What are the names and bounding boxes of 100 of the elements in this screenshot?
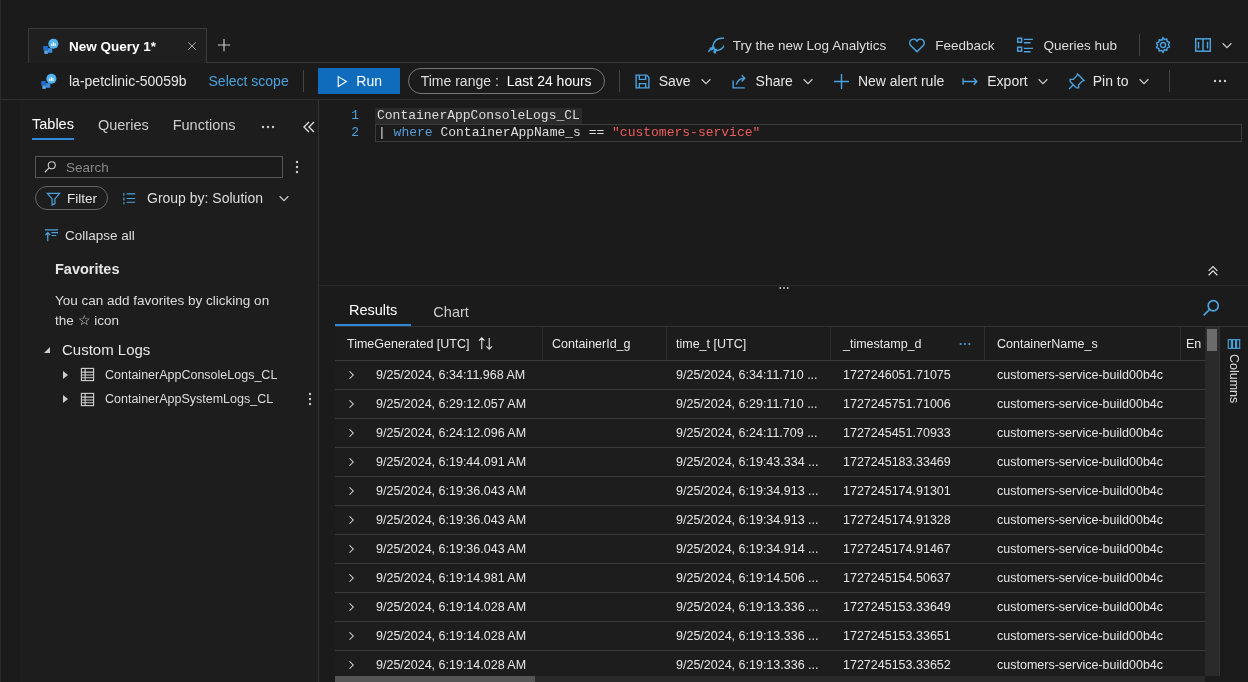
run-button[interactable]: Run <box>317 68 400 94</box>
plus-button[interactable]: New alert rule <box>832 72 945 90</box>
table-cell: 9/25/2024, 6:19:34.914 ... <box>676 542 819 556</box>
play-icon <box>335 74 349 88</box>
section-heading: Favorites <box>55 261 121 277</box>
heart-icon <box>908 36 927 54</box>
filter-icon <box>46 190 61 206</box>
group-by-dropdown[interactable]: Group by: Solution <box>122 190 291 206</box>
feedback-button[interactable]: Feedback <box>908 36 995 54</box>
table-cell: customers-service-build00b4c <box>997 542 1164 556</box>
table-cell: customers-service-build00b4c <box>997 513 1164 527</box>
collapse-editor-icon[interactable] <box>1206 263 1220 277</box>
table-cell: 1727245154.50637 <box>843 571 951 585</box>
results-tab[interactable]: Chart <box>433 304 469 326</box>
workspace-name: la-petclinic-50059b <box>69 73 187 89</box>
tree-group[interactable]: Custom Logs <box>62 341 151 358</box>
column-header[interactable]: En <box>1186 336 1202 351</box>
scrollbar-thumb[interactable] <box>335 676 535 682</box>
columns-icon <box>1227 337 1241 351</box>
table-cell: 9/25/2024, 6:19:43.334 ... <box>676 455 819 469</box>
table-cell: 9/25/2024, 6:24:12.096 AM <box>376 426 527 440</box>
log-analytics-icon <box>41 37 59 55</box>
list-icon <box>122 190 137 206</box>
export-button[interactable]: Export <box>962 72 1050 90</box>
table-cell: 1727245153.33652 <box>843 658 951 672</box>
panel-tab[interactable]: Functions <box>172 115 236 139</box>
select-scope-link[interactable]: Select scope <box>208 73 289 89</box>
query-editor[interactable]: 1 ContainerAppConsoleLogs_CL 2 | where ContainerAppName_s == "customers-service" <box>319 100 1248 286</box>
table-cell: 9/25/2024, 6:19:34.913 ... <box>676 513 819 527</box>
table-cell: 9/25/2024, 6:19:14.028 AM <box>376 658 527 672</box>
table-cell: 9/25/2024, 6:19:36.043 AM <box>376 484 527 498</box>
share-icon <box>730 72 748 90</box>
table-item[interactable]: ContainerAppSystemLogs_CL <box>105 392 274 406</box>
line-number: 1 <box>350 108 360 123</box>
pin-icon <box>1067 72 1085 90</box>
save-button[interactable]: Save <box>633 72 713 90</box>
panel-tab[interactable]: Tables <box>32 114 74 140</box>
table-cell: 9/25/2024, 6:19:14.506 ... <box>676 571 819 585</box>
table-cell: 1727245174.91467 <box>843 542 951 556</box>
table-cell: 9/25/2024, 6:34:11.710 ... <box>676 368 818 382</box>
columns-button[interactable]: Columns <box>1227 327 1241 676</box>
table-cell: 9/25/2024, 6:19:34.913 ... <box>676 484 819 498</box>
table-cell: 9/25/2024, 6:19:14.028 AM <box>376 629 527 643</box>
table-cell: customers-service-build00b4c <box>997 658 1164 672</box>
table-cell: 1727245451.70933 <box>843 426 951 440</box>
settings-icon[interactable] <box>1154 36 1172 54</box>
hint-text: You can add favorites by clicking on the ☆ icon <box>55 292 271 330</box>
table-cell: 1727245174.91301 <box>843 484 951 498</box>
table-cell: 1727245153.33651 <box>843 629 951 643</box>
search-icon <box>43 160 57 174</box>
header-button[interactable]: Try the new Log Analytics <box>705 36 887 54</box>
query-tab[interactable]: New Query 1* <box>28 28 207 63</box>
table-cell: 9/25/2024, 6:19:14.981 AM <box>376 571 527 585</box>
table-cell: customers-service-build00b4c <box>997 571 1164 585</box>
plus-icon <box>832 72 850 90</box>
queries-hub-button[interactable]: Queries hub <box>1016 36 1117 54</box>
collapsed-triangle-icon[interactable] <box>60 369 70 380</box>
table-cell: 9/25/2024, 6:29:11.710 ... <box>676 397 818 411</box>
share-button[interactable]: Share <box>730 72 815 90</box>
search-icon[interactable] <box>1202 299 1220 317</box>
table-cell: 9/25/2024, 6:24:11.709 ... <box>676 426 818 440</box>
close-icon[interactable] <box>186 40 198 52</box>
table-cell: 9/25/2024, 6:34:11.968 AM <box>376 368 526 382</box>
table-cell: customers-service-build00b4c <box>997 426 1164 440</box>
table-cell: 1727245174.91328 <box>843 513 951 527</box>
table-icon <box>80 367 95 382</box>
panel-tab[interactable]: Queries <box>97 115 149 139</box>
column-header[interactable]: _timestamp_d <box>843 336 922 351</box>
table-cell: 1727246051.71075 <box>843 368 951 382</box>
table-cell: customers-service-build00b4c <box>997 629 1164 643</box>
column-header[interactable]: TimeGenerated [UTC] <box>347 336 470 351</box>
line-number: 2 <box>350 125 360 140</box>
pin-button[interactable]: Pin to <box>1067 72 1151 90</box>
scrollbar-thumb[interactable] <box>1207 329 1217 351</box>
table-cell: 9/25/2024, 6:19:36.043 AM <box>376 513 527 527</box>
table-cell: customers-service-build00b4c <box>997 397 1164 411</box>
table-item[interactable]: ContainerAppConsoleLogs_CL <box>105 367 278 382</box>
collapse-icon <box>44 228 59 243</box>
save-icon <box>633 72 651 90</box>
sort-icon[interactable] <box>477 336 493 351</box>
table-cell: customers-service-build00b4c <box>997 455 1164 469</box>
table-cell: 1727245153.33649 <box>843 600 951 614</box>
add-tab-icon[interactable] <box>217 38 231 52</box>
collapsed-triangle-icon[interactable] <box>60 394 70 404</box>
table-cell: 1727245751.71006 <box>843 397 951 411</box>
column-header[interactable]: ContainerName_s <box>997 336 1098 351</box>
table-cell: 9/25/2024, 6:19:13.336 ... <box>676 600 819 614</box>
table-cell: 9/25/2024, 6:29:12.057 AM <box>376 397 527 411</box>
collapse-all-button[interactable]: Collapse all <box>44 228 135 243</box>
search-field[interactable]: Search <box>35 156 283 178</box>
column-header[interactable]: ContainerId_g <box>552 336 631 351</box>
table-cell: customers-service-build00b4c <box>997 368 1164 382</box>
table-cell: 9/25/2024, 6:19:36.043 AM <box>376 542 527 556</box>
table-cell: 9/25/2024, 6:19:44.091 AM <box>376 455 527 469</box>
column-header[interactable]: time_t [UTC] <box>676 336 747 351</box>
table-icon <box>80 391 95 407</box>
list-icon <box>1016 36 1035 54</box>
table-cell: 9/25/2024, 6:19:14.028 AM <box>376 600 527 614</box>
table-cell: 9/25/2024, 6:19:13.336 ... <box>676 658 819 672</box>
table-cell: 9/25/2024, 6:19:13.336 ... <box>676 629 819 643</box>
